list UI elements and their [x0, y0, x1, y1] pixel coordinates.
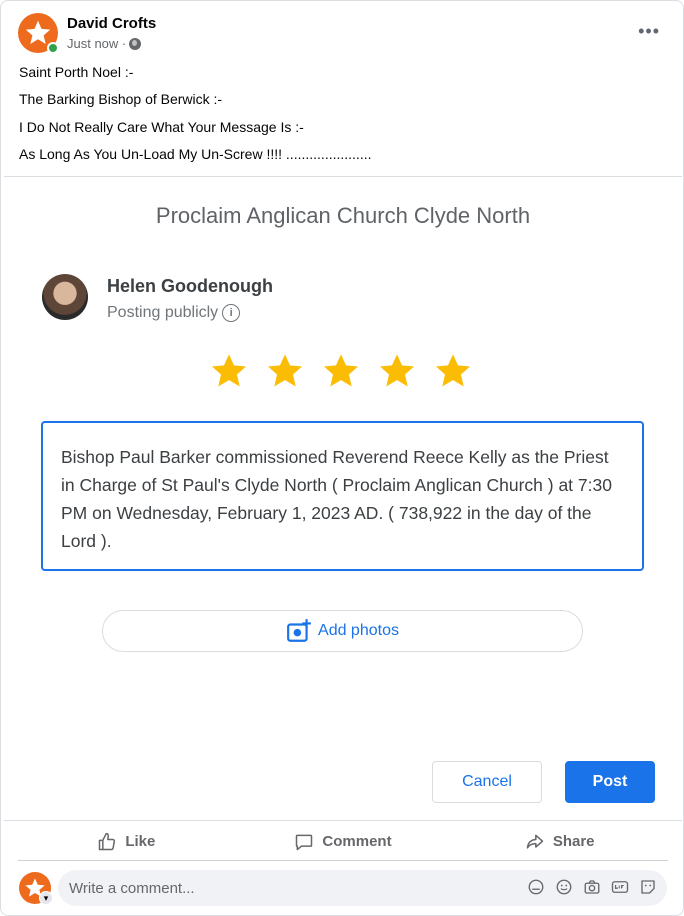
like-label: Like [125, 833, 156, 850]
review-place-title: Proclaim Anglican Church Clyde North [155, 203, 531, 228]
chevron-down-icon[interactable]: ▾ [39, 891, 53, 905]
post-time[interactable]: Just now · [67, 36, 126, 51]
star-icon [436, 354, 470, 387]
sticker-icon[interactable] [639, 878, 657, 896]
add-photos-button: Add photos [102, 610, 583, 652]
posting-publicly-label: Posting publicly i [107, 304, 241, 322]
post-text-line: I Do Not Really Care What Your Message I… [19, 119, 304, 135]
comment-bubble-icon [296, 834, 313, 850]
star-icon [268, 354, 302, 387]
camera-icon[interactable] [583, 878, 601, 896]
like-button[interactable]: Like [18, 823, 235, 860]
post-text-line: The Barking Bishop of Berwick :- [19, 91, 223, 107]
post-text-line: Saint Porth Noel :- [19, 64, 134, 80]
comment-input-icons [527, 878, 657, 896]
share-arrow-icon [526, 834, 544, 849]
avatar-sticker-icon[interactable] [527, 878, 545, 896]
star-icon [380, 354, 414, 387]
share-label: Share [552, 833, 595, 850]
star-icon [324, 354, 358, 387]
online-status-dot [47, 42, 59, 54]
add-photos-label: Add photos [318, 622, 399, 639]
star-icon [212, 354, 246, 387]
posting-label-text: Posting publicly [107, 304, 219, 321]
cancel-button: Cancel [432, 761, 542, 803]
post-actions-bar: Like Comment Share [18, 823, 668, 861]
share-button[interactable]: Share [451, 823, 668, 860]
post-header: David Crofts Just now · ••• [18, 13, 668, 57]
more-options-icon[interactable]: ••• [638, 21, 660, 41]
add-photo-icon [287, 619, 311, 642]
emoji-icon[interactable] [555, 878, 573, 896]
author-name[interactable]: David Crofts [67, 15, 156, 32]
comment-button[interactable]: Comment [235, 823, 452, 860]
star-rating [209, 351, 473, 391]
facebook-post: David Crofts Just now · ••• Saint Porth … [0, 0, 684, 916]
reviewer-name: Helen Goodenough [107, 276, 273, 296]
post-review-button: Post [565, 761, 655, 803]
gif-icon[interactable] [611, 878, 629, 896]
post-text-line: As Long As You Un-Load My Un-Screw !!!! … [19, 146, 372, 162]
post-meta: Just now · [67, 36, 142, 51]
comment-label: Comment [322, 833, 392, 850]
review-text: Bishop Paul Barker commissioned Reverend… [41, 421, 644, 571]
review-screenshot[interactable]: Proclaim Anglican Church Clyde North Hel… [4, 176, 682, 821]
reviewer-avatar [42, 274, 88, 320]
thumbs-up-icon [99, 832, 116, 850]
info-icon: i [222, 304, 241, 322]
globe-icon [129, 37, 142, 50]
